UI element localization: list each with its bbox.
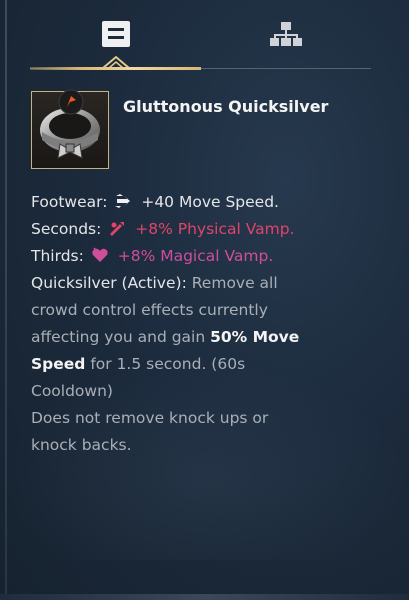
active-text-4a: Speed	[31, 355, 86, 373]
tab-build-tree[interactable]	[266, 14, 306, 54]
panel-bottom-border	[0, 594, 409, 600]
active-tab-indicator	[30, 67, 201, 70]
note-line-2: knock backs.	[31, 436, 132, 454]
move-speed-icon	[115, 194, 131, 208]
active-text-4c: (60s	[211, 355, 246, 373]
seconds-stat-line: Seconds: +8% Physical Vamp.	[31, 216, 381, 243]
active-line-4: Speed for 1.5 second. (60s	[31, 351, 381, 378]
tab-bar	[30, 10, 370, 70]
active-text-4b: for 1.5 second.	[90, 355, 207, 373]
thirds-stat-line: Thirds: +8% Magical Vamp.	[31, 243, 381, 270]
orange-emblem-icon	[58, 89, 84, 115]
footwear-value: +40 Move Speed.	[141, 193, 279, 211]
footwear-label: Footwear:	[31, 193, 108, 211]
item-name: Gluttonous Quicksilver	[123, 97, 329, 116]
item-description: Footwear: +40 Move Speed. Seconds: +8% P…	[31, 189, 381, 459]
active-line-3: affecting you and gain 50% Move	[31, 324, 381, 351]
active-text-1: Remove all	[191, 274, 278, 292]
tab-details[interactable]	[96, 14, 136, 54]
thirds-label: Thirds:	[31, 247, 84, 265]
active-line-1: Quicksilver (Active): Remove all	[31, 270, 381, 297]
magical-vamp-icon	[92, 247, 108, 262]
footwear-stat-line: Footwear: +40 Move Speed.	[31, 189, 381, 216]
seconds-label: Seconds:	[31, 220, 102, 238]
note-line-1: Does not remove knock ups or	[31, 409, 269, 427]
item-icon[interactable]	[31, 89, 109, 169]
active-text-3b: 50% Move	[210, 328, 300, 346]
seconds-value: +8% Physical Vamp.	[135, 220, 295, 238]
item-tooltip-panel: Gluttonous Quicksilver Footwear: +40 Mov…	[0, 0, 409, 600]
active-text-3a: affecting you and gain	[31, 328, 206, 346]
active-line-2: crowd control effects currently	[31, 301, 268, 319]
build-tree-icon	[270, 22, 302, 46]
active-line-5: Cooldown)	[31, 382, 113, 400]
thirds-value: +8% Magical Vamp.	[117, 247, 274, 265]
active-label: Quicksilver (Active):	[31, 274, 187, 292]
details-icon	[102, 21, 130, 47]
physical-vamp-icon	[110, 222, 125, 236]
